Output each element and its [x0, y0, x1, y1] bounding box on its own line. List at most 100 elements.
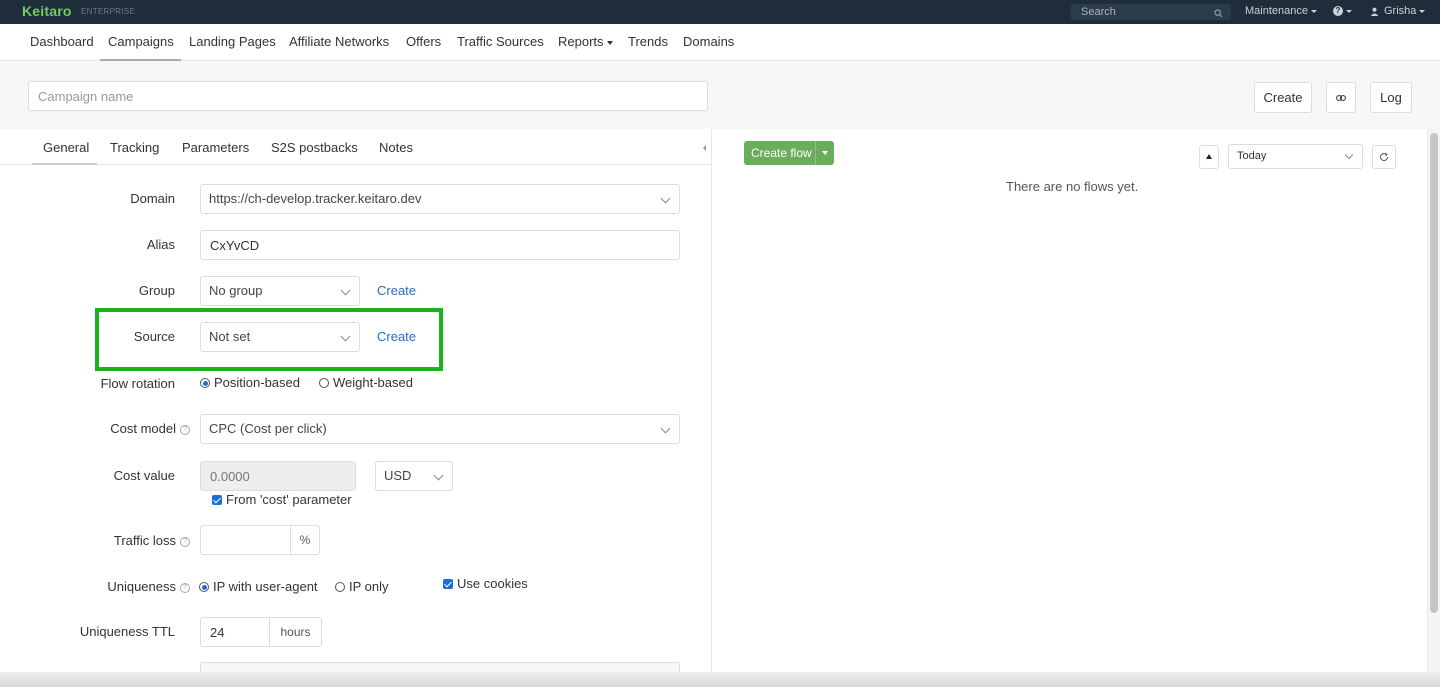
currency-select[interactable]: USD [375, 461, 453, 491]
cost-model-label: Cost model? [110, 421, 190, 436]
nav-landing-pages[interactable]: Landing Pages [189, 34, 276, 49]
from-cost-param-label[interactable]: From 'cost' parameter [226, 492, 352, 507]
uniqueness-ip-ua-radio[interactable] [199, 582, 209, 592]
maintenance-label: Maintenance [1245, 5, 1308, 17]
settings-tabs: General Tracking Parameters S2S postback… [0, 129, 712, 165]
flow-rotation-position-label[interactable]: Position-based [214, 375, 300, 390]
alias-label: Alias [146, 237, 175, 252]
collapse-panel-icon[interactable] [703, 145, 706, 151]
uniqueness-ip-ua-label[interactable]: IP with user-agent [213, 579, 318, 594]
user-menu[interactable]: Grisha [1370, 5, 1426, 17]
uniqueness-ttl-hours-addon: hours [269, 617, 322, 647]
use-cookies-label[interactable]: Use cookies [457, 576, 528, 591]
use-cookies-checkbox[interactable] [443, 579, 453, 589]
chevron-down-icon [433, 470, 444, 481]
cost-value-label: Cost value [113, 468, 175, 483]
flow-rotation-label: Flow rotation [100, 376, 175, 391]
tab-general[interactable]: General [43, 140, 89, 155]
uniqueness-label: Uniqueness? [107, 579, 190, 594]
currency-value: USD [384, 468, 412, 483]
nav-reports-label: Reports [558, 34, 604, 49]
tab-notes[interactable]: Notes [379, 140, 413, 155]
campaign-name-input[interactable] [28, 81, 708, 111]
help-circle-icon[interactable]: ? [180, 582, 190, 593]
group-create-link[interactable]: Create [377, 283, 416, 298]
sort-up-button[interactable] [1199, 145, 1219, 169]
domain-select[interactable]: https://ch-develop.tracker.keitaro.dev [200, 184, 680, 214]
link-button[interactable] [1326, 82, 1356, 113]
domain-label: Domain [130, 191, 175, 206]
chevron-down-icon [660, 193, 671, 204]
nav-affiliate-networks[interactable]: Affiliate Networks [289, 34, 389, 49]
from-cost-param-checkbox[interactable] [212, 495, 222, 505]
maintenance-menu[interactable]: Maintenance [1245, 5, 1317, 17]
flow-rotation-weight-label[interactable]: Weight-based [333, 375, 413, 390]
link-icon [1336, 94, 1346, 101]
flow-rotation-weight-radio[interactable] [319, 378, 329, 388]
period-select[interactable]: Today [1228, 144, 1363, 169]
split-divider [815, 141, 816, 165]
no-flows-message: There are no flows yet. [1006, 179, 1139, 194]
flow-rotation-position-radio[interactable] [200, 378, 210, 388]
chevron-down-icon [1344, 150, 1354, 160]
tab-active-indicator [32, 163, 97, 165]
campaign-header: Create Log [0, 61, 1440, 129]
top-bar: Keitaro ENTERPRISE Maintenance ? Grisha [0, 0, 1440, 24]
log-button[interactable]: Log [1370, 82, 1412, 113]
cost-model-select[interactable]: CPC (Cost per click) [200, 414, 680, 444]
scrollbar-thumb[interactable] [1430, 133, 1438, 613]
refresh-icon [1380, 152, 1389, 162]
tab-parameters[interactable]: Parameters [182, 140, 249, 155]
refresh-button[interactable] [1372, 145, 1396, 169]
nav-offers[interactable]: Offers [406, 34, 441, 49]
help-circle-icon[interactable]: ? [180, 536, 190, 547]
help-icon: ? [1333, 6, 1343, 17]
cost-value-input[interactable] [200, 461, 356, 491]
flows-panel: Create flow Today There are no flows yet… [713, 129, 1427, 687]
nav-trends[interactable]: Trends [628, 34, 668, 49]
create-flow-button[interactable]: Create flow [744, 141, 834, 165]
uniqueness-ttl-label: Uniqueness TTL [79, 624, 175, 639]
group-select[interactable]: No group [200, 276, 360, 306]
nav-campaigns[interactable]: Campaigns [108, 34, 174, 49]
nav-traffic-sources[interactable]: Traffic Sources [457, 34, 544, 49]
user-name: Grisha [1384, 5, 1417, 17]
main-nav: Dashboard Campaigns Landing Pages Affili… [0, 24, 1440, 61]
chevron-down-icon [1346, 9, 1352, 13]
logo-edition: ENTERPRISE [81, 7, 136, 16]
campaign-settings-panel: General Tracking Parameters S2S postback… [0, 129, 712, 687]
help-circle-icon[interactable]: ? [180, 424, 190, 435]
global-search-input[interactable] [1071, 4, 1211, 20]
window-bottom-edge [0, 672, 1440, 687]
chevron-down-icon[interactable] [822, 151, 828, 155]
nav-reports[interactable]: Reports [558, 34, 613, 49]
alias-input[interactable] [200, 230, 680, 260]
uniqueness-ttl-input[interactable] [200, 617, 270, 647]
help-menu[interactable]: ? [1333, 5, 1352, 17]
chevron-down-icon [340, 285, 351, 296]
chevron-down-icon [606, 40, 613, 45]
traffic-loss-label: Traffic loss? [114, 533, 190, 548]
logo[interactable]: Keitaro [22, 3, 72, 19]
cost-model-value: CPC (Cost per click) [209, 421, 327, 436]
tab-tracking[interactable]: Tracking [110, 140, 159, 155]
uniqueness-ip-only-label[interactable]: IP only [349, 579, 389, 594]
chevron-down-icon [1311, 9, 1317, 13]
nav-domains[interactable]: Domains [683, 34, 734, 49]
period-value: Today [1237, 150, 1267, 162]
nav-dashboard[interactable]: Dashboard [30, 34, 94, 49]
global-search[interactable] [1071, 4, 1231, 20]
tab-s2s-postbacks[interactable]: S2S postbacks [271, 140, 358, 155]
traffic-loss-percent-addon: % [290, 525, 320, 555]
source-highlight-box [95, 308, 443, 371]
create-flow-label: Create flow [751, 146, 812, 160]
group-value: No group [209, 283, 263, 298]
uniqueness-ip-only-radio[interactable] [335, 582, 345, 592]
search-icon[interactable] [1214, 6, 1223, 21]
chevron-down-icon [1419, 9, 1426, 13]
traffic-loss-input[interactable] [200, 525, 291, 555]
domain-value: https://ch-develop.tracker.keitaro.dev [209, 191, 422, 206]
create-button[interactable]: Create [1254, 82, 1312, 113]
chevron-down-icon [660, 423, 671, 434]
page-scrollbar[interactable] [1427, 129, 1440, 687]
